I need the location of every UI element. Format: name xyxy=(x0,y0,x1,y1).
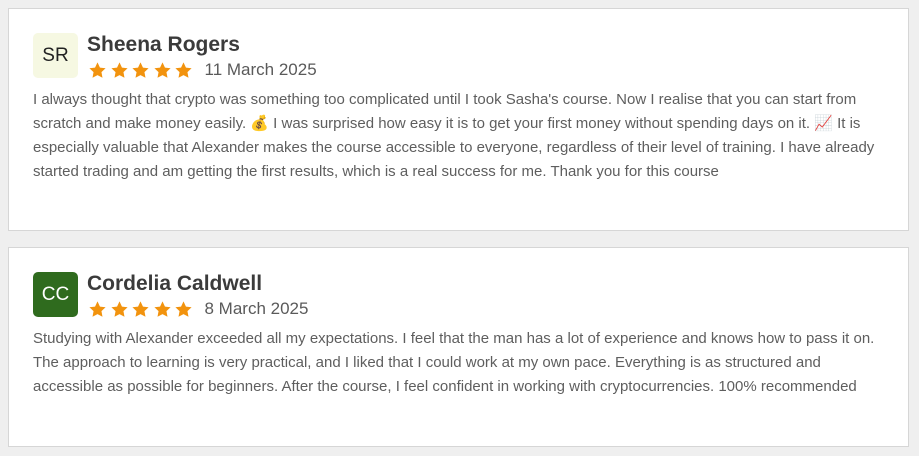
review-date: 11 March 2025 xyxy=(204,60,317,79)
rating-row: 11 March 2025 xyxy=(88,59,317,81)
review-text: I always thought that crypto was somethi… xyxy=(33,91,875,180)
star-icon xyxy=(132,61,149,78)
reviewer-name: Sheena Rogers xyxy=(87,33,240,56)
star-icon xyxy=(110,300,128,317)
star-icon xyxy=(110,61,128,78)
rating-row: 8 March 2025 xyxy=(88,298,308,320)
star-icon xyxy=(175,61,192,78)
avatar: CC xyxy=(33,272,78,317)
star-icon xyxy=(132,300,149,317)
star-icon xyxy=(89,61,106,78)
review-card: SR Sheena Rogers 11 March 2025 I always … xyxy=(8,8,909,231)
star-icon xyxy=(175,300,192,317)
reviewer-name: Cordelia Caldwell xyxy=(87,272,263,295)
review-text: Studying with Alexander exceeded all my … xyxy=(33,330,875,395)
star-icon xyxy=(89,300,106,317)
star-rating xyxy=(88,61,196,80)
review-card: CC Cordelia Caldwell 8 March 2025 Studyi… xyxy=(8,247,909,447)
star-rating xyxy=(88,300,196,319)
star-icon xyxy=(153,300,171,317)
avatar: SR xyxy=(33,33,78,78)
review-date: 8 March 2025 xyxy=(204,299,309,318)
star-icon xyxy=(153,61,171,78)
